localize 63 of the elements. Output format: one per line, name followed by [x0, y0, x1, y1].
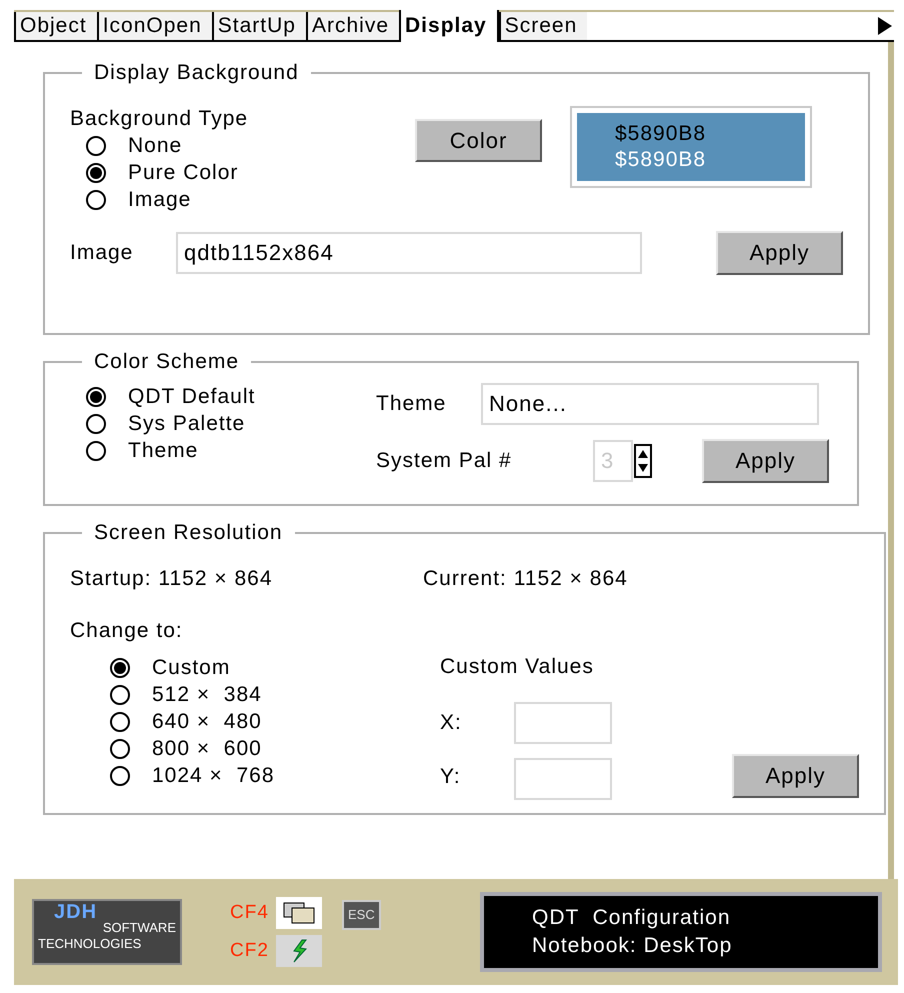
theme-field[interactable]: None...: [481, 383, 819, 425]
tab[interactable]: Object: [14, 12, 97, 42]
radio-button[interactable]: [110, 684, 130, 704]
y-field[interactable]: [514, 758, 612, 800]
radio-button[interactable]: [86, 386, 106, 406]
color-code: $5890B8: [615, 121, 706, 147]
tab[interactable]: Screen: [498, 12, 588, 42]
radio-label: None: [128, 132, 182, 158]
radio-label: 800 × 600: [152, 736, 262, 760]
color-code: $5890B8: [615, 147, 706, 173]
logo-text: JDH: [54, 904, 98, 920]
field-label: X:: [440, 710, 463, 736]
run-icon[interactable]: [276, 935, 322, 967]
status-text: QDT Configuration: [532, 905, 731, 931]
radio-label: Custom: [152, 656, 230, 680]
section-label: Background Type: [70, 106, 250, 132]
apply-button[interactable]: Apply: [716, 231, 843, 275]
spinner-icon[interactable]: [634, 444, 652, 478]
tab[interactable]: IconOpen: [96, 12, 212, 42]
logo-text: TECHNOLOGIES: [38, 936, 142, 952]
radio-button[interactable]: [86, 440, 106, 460]
radio-label: Sys Palette: [128, 410, 246, 436]
field-label: Image: [70, 240, 134, 266]
radio-button[interactable]: [86, 136, 106, 156]
radio-label: Theme: [128, 438, 198, 464]
key-label: CF2: [230, 939, 266, 963]
group-title: Color Scheme: [93, 349, 240, 375]
tab[interactable]: Display: [399, 10, 499, 42]
status-text: Notebook: DeskTop: [532, 933, 732, 959]
radio-label: 512 × 384: [152, 682, 262, 706]
radio-label: 1024 × 768: [152, 764, 275, 788]
current-resolution: Current: 1152 × 864: [423, 566, 628, 592]
image-field[interactable]: qdtb1152x864: [176, 232, 642, 274]
key-label: CF4: [230, 901, 266, 925]
radio-label: Pure Color: [128, 160, 238, 186]
group-title: Screen Resolution: [93, 520, 284, 546]
radio-button[interactable]: [86, 414, 106, 434]
scroll-right-icon[interactable]: [878, 17, 892, 35]
radio-button[interactable]: [110, 766, 130, 786]
field-label: Y:: [440, 764, 462, 790]
radio-button[interactable]: [110, 658, 130, 678]
radio-button[interactable]: [110, 712, 130, 732]
x-field[interactable]: [514, 702, 612, 744]
radio-label: Image: [128, 186, 192, 212]
tab[interactable]: StartUp: [212, 12, 306, 42]
section-label: Custom Values: [440, 654, 594, 680]
color-button[interactable]: Color: [415, 119, 542, 162]
radio-label: QDT Default: [128, 384, 256, 410]
section-label: Change to:: [70, 618, 184, 644]
radio-label: 640 × 480: [152, 710, 262, 734]
tab[interactable]: Archive: [306, 12, 400, 42]
group-title: Display Background: [93, 60, 300, 86]
radio-button[interactable]: [86, 162, 106, 182]
esc-key[interactable]: ESC: [342, 900, 381, 930]
apply-button[interactable]: Apply: [732, 754, 859, 798]
field-label: Theme: [376, 391, 448, 417]
field-label: System Pal #: [376, 448, 513, 474]
radio-button[interactable]: [110, 738, 130, 758]
apply-button[interactable]: Apply: [702, 439, 829, 483]
windows-icon[interactable]: [276, 897, 322, 929]
radio-button[interactable]: [86, 190, 106, 210]
logo-text: SOFTWARE: [102, 920, 176, 936]
startup-resolution: Startup: 1152 × 864: [70, 566, 274, 592]
